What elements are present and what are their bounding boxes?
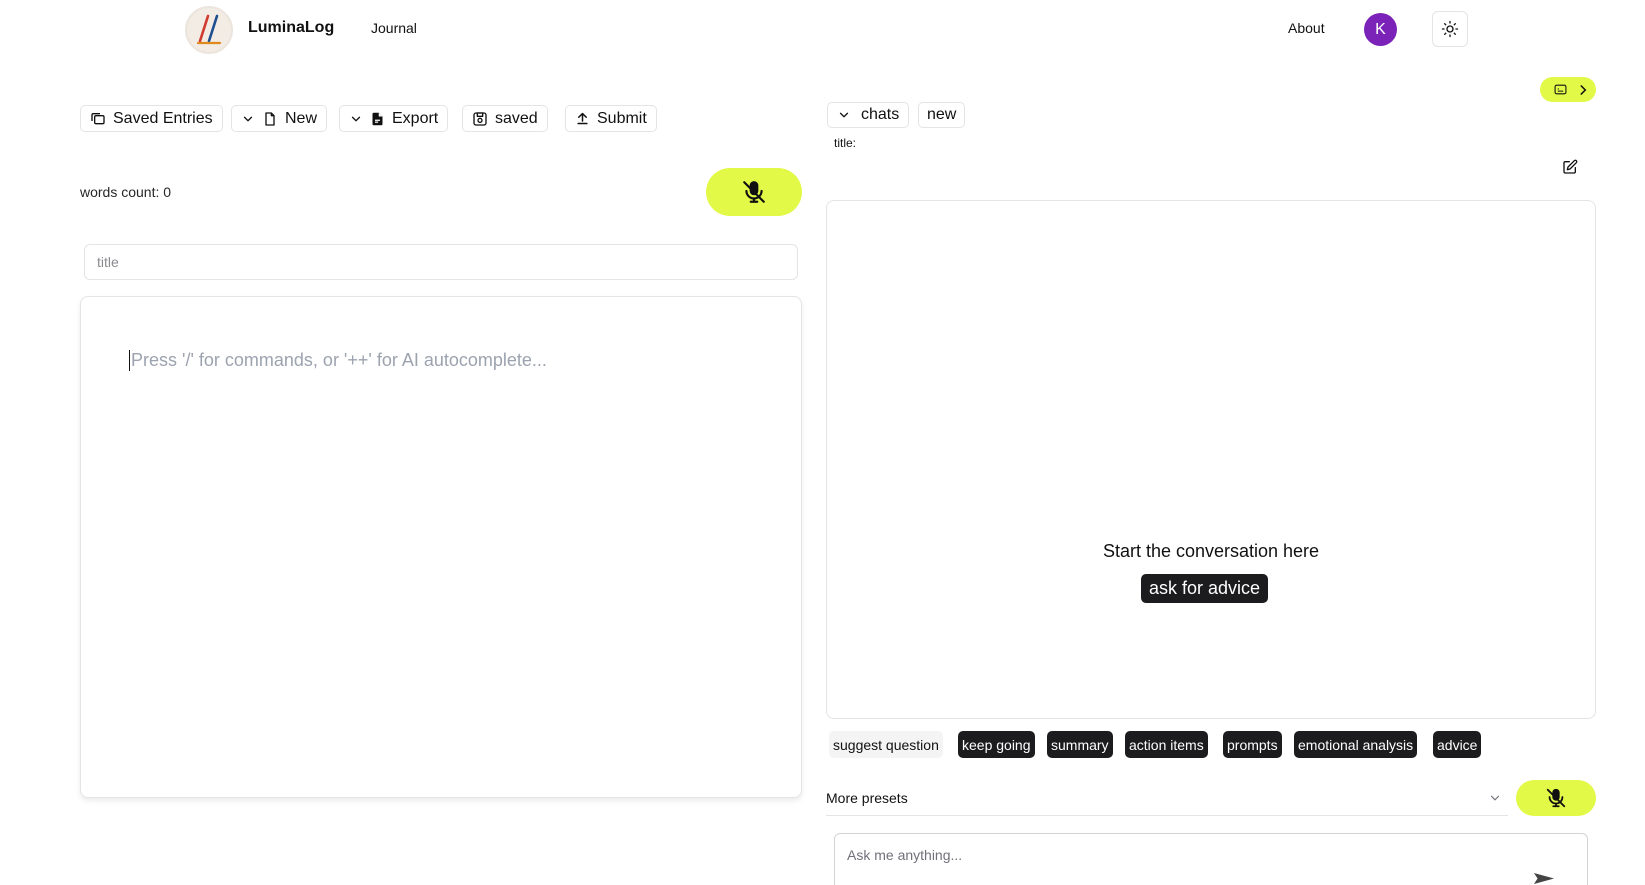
edit-icon[interactable] xyxy=(1562,159,1578,175)
chip-keep-going[interactable]: keep going xyxy=(958,731,1035,758)
chats-dropdown-button[interactable]: chats xyxy=(827,102,910,128)
nav-about-link[interactable]: About xyxy=(1288,20,1325,36)
submit-label: Submit xyxy=(597,109,647,127)
saved-entries-button[interactable]: Saved Entries xyxy=(80,105,223,132)
chevron-right-icon xyxy=(1580,84,1587,95)
chip-advice[interactable]: advice xyxy=(1433,731,1482,758)
panel-toggle-button[interactable] xyxy=(1540,77,1596,102)
journal-editor[interactable]: Press '/' for commands, or '++' for AI a… xyxy=(80,296,802,798)
export-button[interactable]: Export xyxy=(339,105,449,132)
mic-off-icon xyxy=(1546,788,1566,808)
chip-emotional-analysis[interactable]: emotional analysis xyxy=(1294,731,1418,758)
chats-label: chats xyxy=(861,106,900,123)
saved-entries-label: Saved Entries xyxy=(113,109,213,127)
theme-toggle-button[interactable] xyxy=(1432,11,1468,47)
file-export-icon xyxy=(372,112,383,125)
chevron-down-icon xyxy=(351,116,361,122)
saved-label: saved xyxy=(495,109,538,127)
floppy-icon xyxy=(473,111,487,126)
chip-summary[interactable]: summary xyxy=(1047,731,1113,758)
panel-icon xyxy=(1554,84,1567,95)
chevron-down-icon xyxy=(1490,795,1500,801)
chat-title-label: title: xyxy=(834,136,857,150)
brand-name[interactable]: LuminaLog xyxy=(248,19,334,37)
new-chat-button[interactable]: new xyxy=(918,102,966,128)
new-label: New xyxy=(285,109,318,127)
nav-journal-link[interactable]: Journal xyxy=(371,20,417,36)
microphone-toggle-button[interactable] xyxy=(706,168,802,216)
chat-start-text: Start the conversation here xyxy=(1102,541,1320,561)
avatar[interactable]: K xyxy=(1364,13,1397,46)
sun-icon xyxy=(1441,20,1459,38)
more-presets-select[interactable]: More presets xyxy=(826,780,1508,816)
new-button[interactable]: New xyxy=(231,105,328,132)
export-label: Export xyxy=(392,109,439,127)
files-icon xyxy=(91,112,105,124)
chat-panel: Start the conversation here ask for advi… xyxy=(826,200,1596,719)
chevron-down-icon xyxy=(839,112,849,118)
submit-button[interactable]: Submit xyxy=(565,105,657,132)
saved-status-button[interactable]: saved xyxy=(462,105,548,132)
chat-microphone-button[interactable] xyxy=(1516,780,1596,816)
chip-action-items[interactable]: action items xyxy=(1125,731,1208,758)
chevron-down-icon xyxy=(243,116,253,122)
more-presets-label: More presets xyxy=(826,789,908,806)
chat-input[interactable] xyxy=(834,833,1588,885)
title-input[interactable] xyxy=(84,244,798,280)
file-icon xyxy=(265,111,275,126)
chip-prompts[interactable]: prompts xyxy=(1223,731,1282,758)
words-count: words count: 0 xyxy=(80,184,172,200)
ask-for-advice-button[interactable]: ask for advice xyxy=(1141,574,1269,603)
logo-icon[interactable] xyxy=(185,6,233,54)
chip-suggest-question[interactable]: suggest question xyxy=(829,731,943,758)
editor-placeholder: Press '/' for commands, or '++' for AI a… xyxy=(129,350,547,371)
upload-icon xyxy=(577,112,588,125)
mic-off-icon xyxy=(743,181,765,203)
send-icon[interactable] xyxy=(1533,872,1555,885)
